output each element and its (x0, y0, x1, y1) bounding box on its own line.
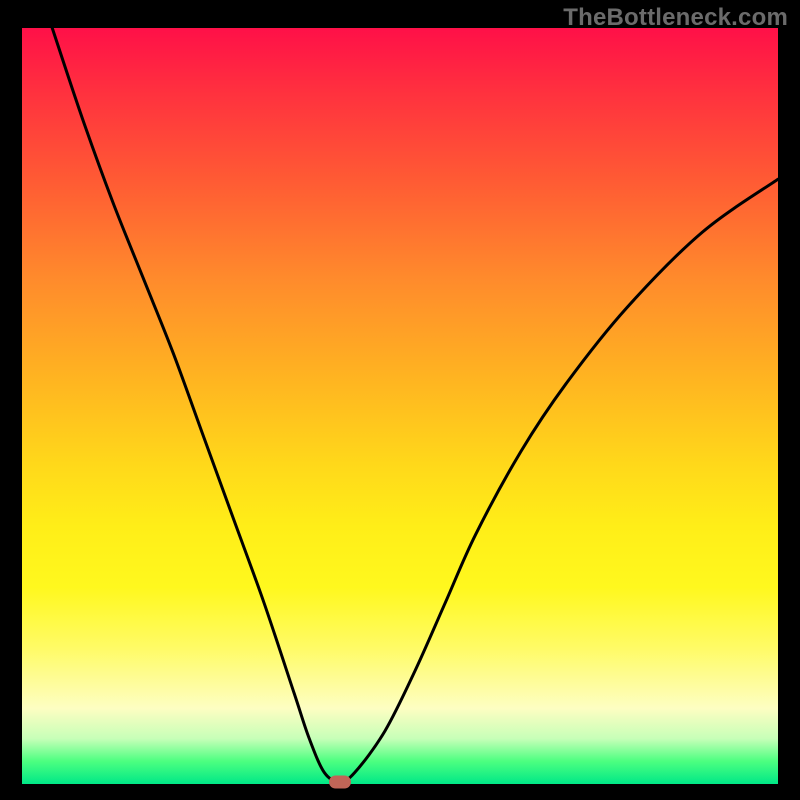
bottleneck-curve (52, 28, 778, 782)
plot-area (22, 28, 778, 784)
minimum-marker (329, 775, 351, 788)
curve-svg (22, 28, 778, 784)
chart-frame: TheBottleneck.com (0, 0, 800, 800)
